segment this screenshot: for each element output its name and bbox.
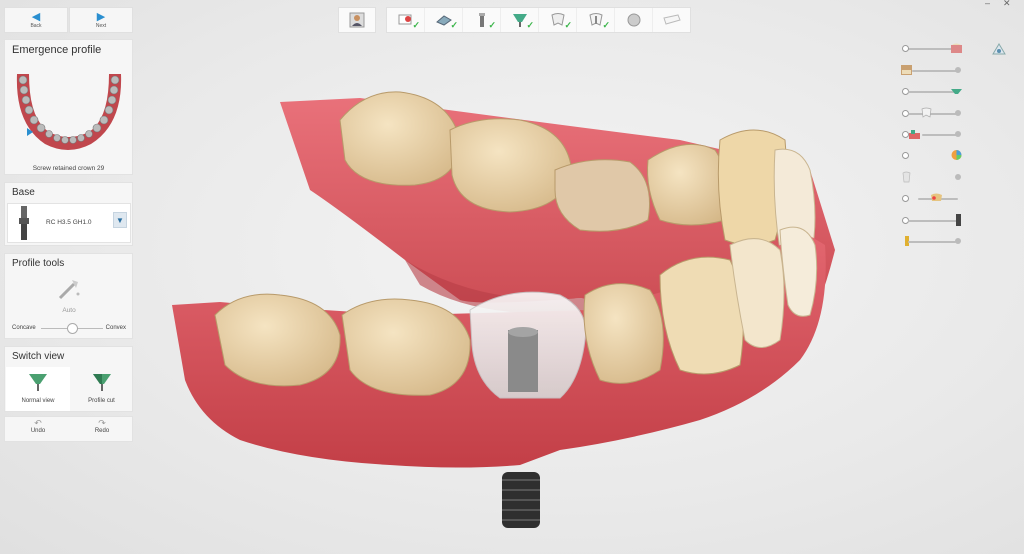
redo-label: Redo — [94, 428, 110, 434]
history-bar: ↶ Undo ↷ Redo — [4, 416, 133, 442]
workflow-step-crown-design[interactable]: ✓ — [539, 8, 577, 32]
workflow-step-emergence-profile[interactable]: ✓ — [501, 8, 539, 32]
check-icon: ✓ — [450, 20, 458, 30]
implant-icon — [956, 214, 961, 226]
slider-end — [955, 131, 961, 137]
gingiva-icon — [951, 89, 962, 94]
abutment-base-icon — [19, 206, 29, 240]
workflow-step-export[interactable] — [653, 8, 690, 32]
slider-track[interactable] — [922, 134, 958, 136]
slider-knob[interactable] — [902, 45, 909, 52]
slider-track[interactable] — [908, 220, 958, 222]
workflow-step-scan[interactable]: ✓ — [425, 8, 463, 32]
antagonist-icon — [951, 43, 962, 53]
normal-view-label: Normal view — [21, 398, 55, 404]
restoration-icon — [931, 193, 942, 201]
back-label: Back — [30, 22, 42, 29]
slider-knob[interactable] — [955, 174, 961, 180]
arrow-right-icon: ▶ — [96, 10, 106, 23]
close-button[interactable]: ✕ — [1003, 0, 1011, 9]
workflow-step-patient-info[interactable]: ✓ — [387, 8, 425, 32]
workflow-step-finishing[interactable] — [615, 8, 653, 32]
arrow-left-icon: ◀ — [31, 10, 41, 23]
check-icon: ✓ — [412, 20, 420, 30]
patient-icon — [349, 12, 365, 28]
slider-upper-jaw[interactable] — [900, 65, 962, 77]
slider-crown[interactable] — [900, 107, 962, 120]
view-options-button[interactable] — [992, 42, 1006, 56]
auto-label: Auto — [62, 307, 76, 314]
slider-knob[interactable] — [902, 195, 909, 202]
slider-antagonist[interactable] — [900, 43, 962, 55]
base-title: Base — [12, 187, 35, 198]
convex-label: Convex — [105, 325, 126, 331]
slider-track[interactable] — [908, 113, 958, 115]
slider-gingiva[interactable] — [900, 86, 962, 98]
base-panel: Base RC H3.5 GH1.0 ▼ — [4, 182, 133, 246]
slider-lock[interactable] — [900, 236, 962, 248]
check-icon: ✓ — [602, 20, 610, 30]
undo-icon: ↶ — [34, 418, 42, 428]
patient-button[interactable] — [338, 7, 376, 33]
auto-button[interactable]: Auto — [45, 278, 93, 314]
jaw-overview-icon[interactable] — [5, 64, 132, 156]
slider-track[interactable] — [912, 70, 958, 72]
base-selector[interactable]: RC H3.5 GH1.0 ▼ — [7, 203, 131, 243]
slider-implant[interactable] — [900, 214, 962, 227]
emergence-profile-title: Emergence profile — [12, 44, 102, 56]
redo-icon: ↷ — [98, 418, 106, 428]
slider-knob[interactable] — [902, 152, 909, 159]
normal-view-icon — [29, 374, 47, 391]
slider-color[interactable] — [900, 150, 962, 162]
export-icon — [662, 14, 681, 25]
workflow-bar: ✓ ✓ ✓ ✓ ✓ ✓ — [386, 7, 691, 33]
back-button[interactable]: ◀ Back — [4, 7, 68, 33]
restoration-caption: Screw retained crown 29 — [32, 165, 105, 172]
chevron-down-icon: ▼ — [116, 215, 124, 225]
slider-end — [955, 238, 961, 244]
implant-model[interactable] — [502, 472, 540, 528]
workflow-step-abutment-design[interactable]: ✓ — [577, 8, 615, 32]
base-dropdown-button[interactable]: ▼ — [113, 212, 127, 228]
tooth-icon — [902, 171, 911, 183]
undo-label: Undo — [30, 428, 46, 434]
slider-tooth[interactable] — [900, 171, 962, 184]
switch-view-title: Switch view — [12, 351, 65, 362]
slider-knob[interactable] — [955, 67, 961, 73]
profile-cut-label: Profile cut — [88, 398, 115, 404]
profile-cut-icon — [92, 374, 111, 391]
view-options-icon — [992, 43, 1006, 55]
slider-track[interactable] — [908, 91, 956, 93]
profile-tools-title: Profile tools — [12, 258, 65, 269]
color-icon — [951, 150, 962, 160]
normal-view-button[interactable]: Normal view — [6, 367, 70, 411]
emergence-profile-panel: Emergence profile Screw retained crown 2… — [4, 39, 133, 175]
3d-viewport[interactable] — [160, 80, 860, 540]
abutment-model[interactable] — [508, 330, 538, 392]
switch-view-panel: Switch view Normal view Profile cut — [4, 346, 133, 412]
slider-track[interactable] — [908, 241, 956, 243]
finishing-icon — [627, 13, 640, 27]
magic-wand-icon — [58, 280, 80, 300]
profile-tools-panel: Profile tools Auto Concave Convex — [4, 253, 133, 339]
profile-cut-button[interactable]: Profile cut — [71, 367, 132, 411]
check-icon: ✓ — [564, 20, 572, 30]
next-button[interactable]: ▶ Next — [69, 7, 133, 33]
profile-slider-knob[interactable] — [67, 323, 78, 334]
check-icon: ✓ — [526, 20, 534, 30]
slider-adjacent-teeth[interactable] — [900, 129, 962, 141]
slider-end — [955, 110, 961, 116]
base-value: RC H3.5 GH1.0 — [46, 219, 92, 226]
concave-label: Concave — [12, 325, 36, 331]
slider-restoration[interactable] — [900, 193, 962, 205]
check-icon: ✓ — [488, 20, 496, 30]
next-label: Next — [95, 22, 107, 29]
minimize-button[interactable]: – — [985, 0, 990, 8]
workflow-step-implant-position[interactable]: ✓ — [463, 8, 501, 32]
crown-icon — [921, 107, 932, 118]
redo-button[interactable]: ↷ Redo — [71, 418, 133, 435]
adjacent-teeth-icon — [909, 130, 920, 139]
undo-button[interactable]: ↶ Undo — [7, 418, 69, 435]
